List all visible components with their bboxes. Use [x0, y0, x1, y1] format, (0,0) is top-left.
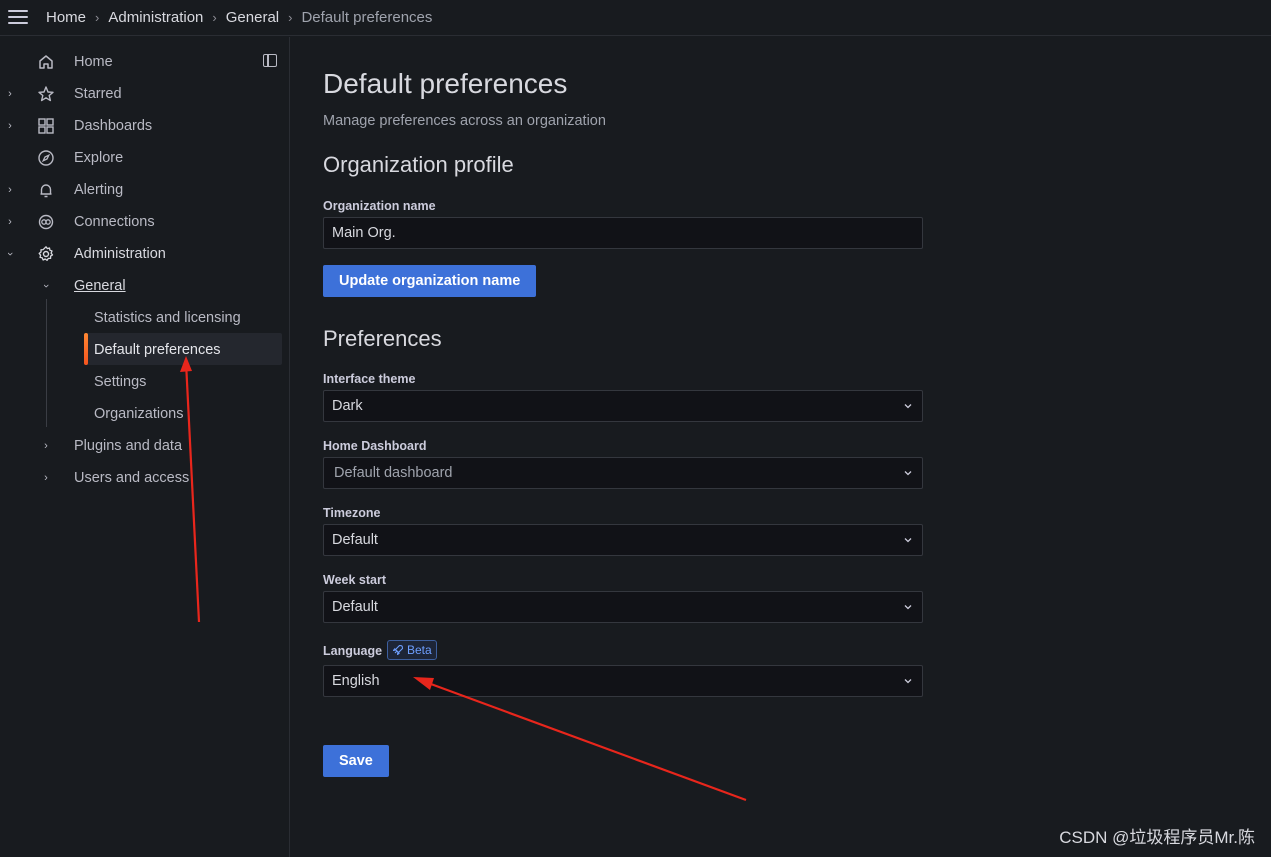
chevron-right-icon: ›: [95, 10, 100, 25]
chevron-down-icon: [904, 679, 912, 684]
top-bar: Home › Administration › General › Defaul…: [0, 0, 1271, 36]
sidebar-item-label: Users and access: [74, 470, 190, 486]
sidebar-item-users[interactable]: › Users and access: [0, 464, 282, 492]
home-dashboard-select[interactable]: Default dashboard: [323, 457, 923, 489]
week-start-select[interactable]: Default: [323, 591, 923, 623]
bell-icon: [40, 184, 52, 198]
sidebar-item-label: Starred: [74, 86, 122, 102]
home-dashboard-label: Home Dashboard: [323, 439, 427, 453]
sidebar-item-label: Organizations: [94, 406, 184, 422]
connections-icon: [38, 214, 54, 230]
page-subtitle: Manage preferences across an organizatio…: [323, 113, 606, 129]
sidebar-item-statistics[interactable]: Statistics and licensing: [0, 304, 282, 332]
timezone-label: Timezone: [323, 506, 381, 520]
breadcrumb-current: Default preferences: [301, 9, 433, 26]
sidebar-item-organizations[interactable]: Organizations: [0, 400, 282, 428]
beta-badge: Beta: [387, 640, 437, 660]
org-name-label: Organization name: [323, 199, 436, 213]
theme-value: Dark: [332, 398, 363, 414]
sidebar-item-plugins[interactable]: › Plugins and data: [0, 432, 282, 460]
sidebar-item-label: Statistics and licensing: [94, 310, 241, 326]
breadcrumb-administration[interactable]: Administration: [108, 9, 203, 26]
chevron-right-icon[interactable]: ›: [40, 472, 52, 484]
org-profile-heading: Organization profile: [323, 152, 514, 177]
language-label: Language: [323, 644, 383, 658]
sidebar-item-default-preferences[interactable]: Default preferences: [0, 336, 282, 364]
sidebar-item-label: Home: [74, 54, 113, 70]
chevron-down-icon[interactable]: ›: [40, 280, 52, 292]
save-button[interactable]: Save: [323, 745, 389, 777]
chevron-down-icon: [904, 538, 912, 543]
sidebar-item-alerting[interactable]: › Alerting: [0, 176, 282, 204]
sidebar-item-label: Plugins and data: [74, 438, 183, 454]
watermark: CSDN @垃圾程序员Mr.陈: [1059, 828, 1255, 847]
language-value: English: [332, 673, 380, 689]
sidebar-item-connections[interactable]: › Connections: [0, 208, 282, 236]
dashboards-icon: [38, 118, 54, 134]
chevron-right-icon[interactable]: ›: [5, 185, 15, 196]
home-icon: [39, 55, 53, 69]
theme-label: Interface theme: [323, 372, 416, 386]
chevron-right-icon[interactable]: ›: [5, 217, 15, 228]
org-name-input[interactable]: [323, 217, 923, 249]
chevron-right-icon: ›: [212, 10, 217, 25]
sidebar-item-label: Administration: [74, 246, 166, 262]
compass-icon: [38, 150, 54, 166]
chevron-right-icon[interactable]: ›: [5, 89, 15, 100]
sidebar-item-label: Default preferences: [94, 342, 221, 358]
rocket-icon: [392, 644, 404, 656]
sidebar-item-explore[interactable]: Explore: [0, 144, 282, 172]
sidebar-item-label: Alerting: [74, 182, 124, 198]
sidebar-item-label: Settings: [94, 374, 147, 390]
chevron-down-icon: [904, 605, 912, 610]
gear-icon: [38, 246, 54, 261]
page-title: Default preferences: [323, 68, 568, 99]
sidebar-item-label: Connections: [74, 214, 155, 230]
chevron-down-icon: [904, 404, 912, 409]
sidebar-item-starred[interactable]: › Starred: [0, 80, 282, 108]
sidebar-item-dashboards[interactable]: › Dashboards: [0, 112, 282, 140]
chevron-down-icon[interactable]: ›: [4, 249, 16, 259]
timezone-select[interactable]: Default: [323, 524, 923, 556]
week-start-value: Default: [332, 599, 378, 615]
update-org-name-button[interactable]: Update organization name: [323, 265, 537, 297]
sidebar-item-label: Dashboards: [74, 118, 153, 134]
chevron-right-icon: ›: [288, 10, 293, 25]
chevron-right-icon[interactable]: ›: [5, 121, 15, 132]
chevron-right-icon[interactable]: ›: [40, 440, 52, 452]
sidebar-item-general[interactable]: › General: [0, 272, 282, 300]
beta-label: Beta: [407, 643, 432, 657]
chevron-down-icon: [904, 471, 912, 476]
preferences-heading: Preferences: [323, 326, 442, 351]
main-content: Default preferences Manage preferences a…: [291, 37, 1271, 857]
sidebar-item-label: General: [74, 278, 126, 294]
sidebar-item-administration[interactable]: › Administration: [0, 240, 282, 268]
theme-select[interactable]: Dark: [323, 390, 923, 422]
star-icon: [38, 86, 54, 102]
sidebar: Home › Starred › Dashboards Explore › Al…: [0, 37, 290, 857]
sidebar-item-label: Explore: [74, 150, 124, 166]
sidebar-item-settings[interactable]: Settings: [0, 368, 282, 396]
breadcrumb-general[interactable]: General: [226, 9, 279, 26]
week-start-label: Week start: [323, 573, 386, 587]
sidebar-item-home[interactable]: Home: [0, 48, 282, 76]
breadcrumb-home[interactable]: Home: [46, 9, 86, 26]
menu-icon[interactable]: [8, 10, 28, 26]
breadcrumb: Home › Administration › General › Defaul…: [46, 9, 432, 26]
language-select[interactable]: English: [323, 665, 923, 697]
home-dashboard-placeholder: Default dashboard: [334, 465, 453, 481]
timezone-value: Default: [332, 532, 378, 548]
